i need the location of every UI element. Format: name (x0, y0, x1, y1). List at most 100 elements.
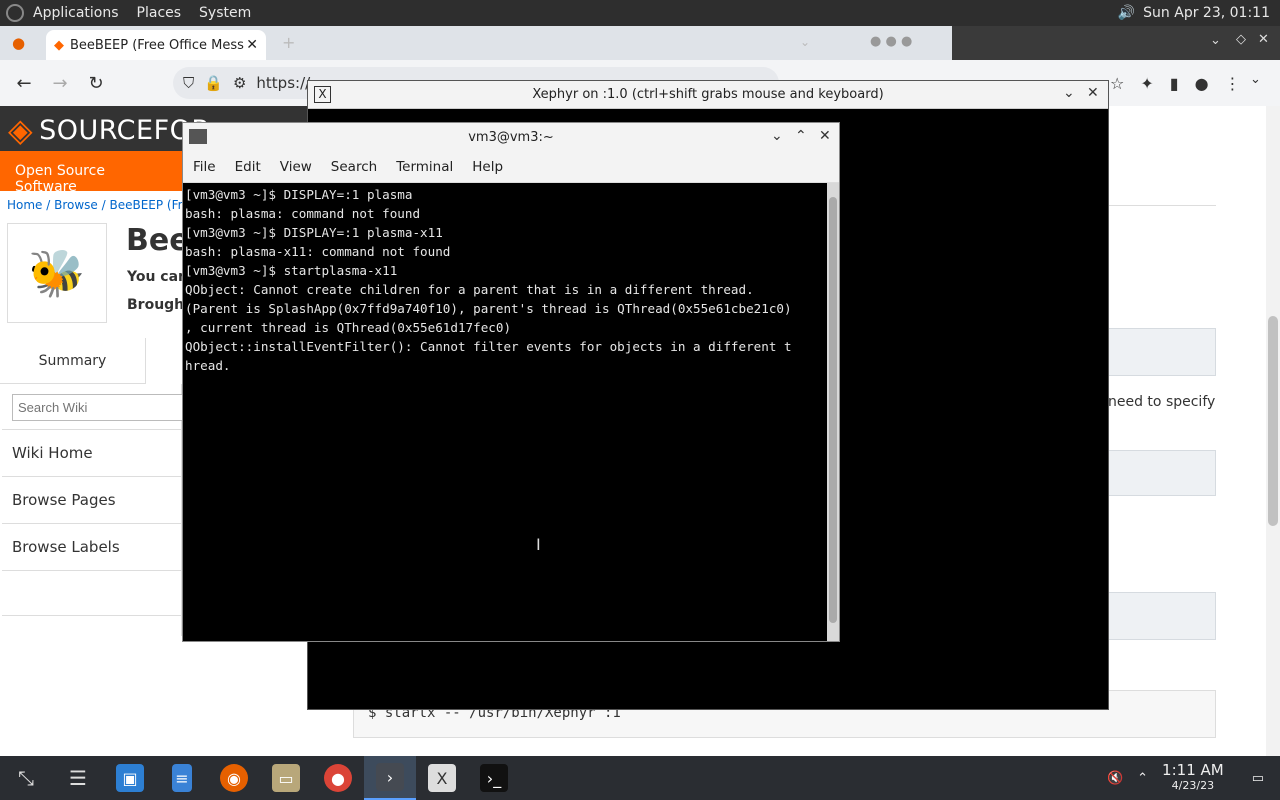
tab-title: BeeBEEP (Free Office Mess (70, 37, 244, 53)
terminal-line: [vm3@vm3 ~]$ startplasma-x11 (185, 263, 398, 278)
sf-nav-open-source[interactable]: Open Source Software (0, 151, 185, 195)
terminal-line: , current thread is QThread(0x55e61d17fe… (185, 320, 512, 335)
scrollbar-thumb[interactable] (829, 197, 837, 623)
tab-list-icon[interactable]: ⌄ (800, 35, 810, 49)
text-editor-icon[interactable]: ≡ (156, 756, 208, 800)
terminal-line: [vm3@vm3 ~]$ DISPLAY=:1 plasma (185, 187, 413, 202)
bookmark-star-icon[interactable]: ☆ (1110, 74, 1124, 93)
chevron-down-icon[interactable]: ⌄ (1250, 72, 1261, 87)
taskbar-clock[interactable]: 1:11 AM 4/23/23 (1162, 763, 1224, 793)
menu-places[interactable]: Places (128, 5, 191, 21)
konsole-icon[interactable]: › (364, 756, 416, 800)
menu-terminal[interactable]: Terminal (386, 159, 462, 175)
chevron-up-icon[interactable]: ⌃ (1137, 771, 1148, 786)
menu-file[interactable]: File (183, 159, 225, 175)
terminal-line: (Parent is SplashApp(0x7ffd9a740f10), pa… (185, 301, 792, 316)
search-wiki-input[interactable] (12, 394, 184, 421)
minimize-icon[interactable]: ⌄ (1063, 85, 1075, 101)
browser-tabbar: ● ◆ BeeBEEP (Free Office Mess ✕ + ⌄ ● ● … (0, 26, 1280, 60)
breadcrumb[interactable]: Home / Browse / BeeBEEP (Free (7, 198, 197, 212)
window-control-icon[interactable]: ● ● ● (870, 34, 912, 49)
xephyr-x11-icon[interactable]: X (416, 756, 468, 800)
close-icon[interactable]: ✕ (1087, 85, 1099, 101)
lock-icon[interactable]: 🔒 (204, 74, 223, 92)
menu-view[interactable]: View (270, 159, 321, 175)
top-panel: Applications Places System 🔊 Sun Apr 23,… (0, 0, 1280, 26)
forward-icon[interactable]: → (42, 73, 78, 94)
terminal-output[interactable]: [vm3@vm3 ~]$ DISPLAY=:1 plasma bash: plas… (183, 183, 827, 641)
chevron-down-icon[interactable]: ⌄ (1210, 33, 1221, 48)
page-right-content (1108, 106, 1216, 756)
clock-time: 1:11 AM (1162, 761, 1224, 779)
tab-summary[interactable]: Summary (0, 338, 146, 384)
terminal-app-icon (189, 129, 207, 144)
sidebar-item-wiki-home[interactable]: Wiki Home (2, 429, 182, 476)
code-block (1108, 450, 1216, 496)
reload-icon[interactable]: ↻ (78, 73, 114, 94)
code-block (1108, 592, 1216, 640)
xephyr-titlebar[interactable]: X Xephyr on :1.0 (ctrl+shift grabs mouse… (308, 81, 1108, 109)
terminal-line: QObject: Cannot create children for a pa… (185, 282, 754, 297)
sidebar-item-browse-labels[interactable]: Browse Labels (2, 523, 182, 570)
page-scrollbar[interactable] (1266, 106, 1280, 756)
x11-icon: X (314, 86, 331, 103)
file-manager-icon[interactable]: ▭ (260, 756, 312, 800)
close-icon[interactable]: ✕ (1258, 32, 1269, 47)
project-subtitle: You can (127, 269, 189, 285)
volume-icon[interactable]: 🔊 (1118, 5, 1135, 21)
project-byline: Brough (127, 297, 185, 313)
distro-logo-icon[interactable] (6, 4, 24, 22)
account-icon[interactable]: ● (1195, 74, 1209, 93)
store-bag-icon[interactable]: ▣ (104, 756, 156, 800)
volume-muted-icon[interactable]: 🔇 (1107, 771, 1123, 786)
nav-toolbar-right: ☆ ✦ ▮ ● ⋮ (1110, 60, 1241, 106)
firefox-icon: ● (12, 34, 26, 52)
project-title: Bee (126, 223, 190, 258)
back-icon[interactable]: ← (6, 73, 42, 94)
show-desktop-icon[interactable]: ▭ (1252, 771, 1264, 786)
menu-help[interactable]: Help (462, 159, 512, 175)
content-text: need to specify (1108, 394, 1216, 410)
terminal-line: QObject::installEventFilter(): Cannot fi… (185, 339, 792, 354)
maximize-icon[interactable]: ⌃ (795, 128, 807, 144)
close-icon[interactable]: ✕ (819, 128, 831, 144)
new-tab-icon[interactable]: + (282, 33, 295, 52)
close-tab-icon[interactable]: ✕ (246, 37, 258, 53)
permissions-icon[interactable]: ⚙ (233, 74, 246, 92)
wiki-sidebar: Wiki Home Browse Pages Browse Labels (0, 384, 184, 636)
terminal-line: bash: plasma: command not found (185, 206, 421, 221)
minimize-icon[interactable]: ⌄ (771, 128, 783, 144)
menu-search[interactable]: Search (321, 159, 386, 175)
menu-system[interactable]: System (190, 5, 260, 21)
menu-edit[interactable]: Edit (225, 159, 270, 175)
scrollbar-thumb[interactable] (1268, 316, 1278, 526)
menu-applications[interactable]: Applications (24, 5, 128, 21)
sf-logo[interactable]: ◈ SOURCEFOR (8, 111, 211, 149)
diamond-icon[interactable]: ◇ (1236, 32, 1246, 47)
code-block (1108, 328, 1216, 376)
menu-icon[interactable]: ⋮ (1225, 74, 1241, 93)
dark-window-strip: ⌄ ◇ ✕ (952, 26, 1280, 60)
panel-clock[interactable]: Sun Apr 23, 01:11 (1143, 5, 1270, 21)
taskbar: ⤡ ☰ ▣ ≡ ◉ ▭ ● › X ›_ 🔇 ⌃ 1:11 AM 4/23/23… (0, 756, 1280, 800)
settings-sliders-icon[interactable]: ☰ (52, 756, 104, 800)
url-text: https:// (256, 74, 311, 92)
terminal-window[interactable]: vm3@vm3:~ ⌄ ⌃ ✕ File Edit View Search Te… (182, 122, 840, 642)
terminal-scrollbar[interactable] (827, 183, 839, 641)
chrome-icon[interactable]: ● (312, 756, 364, 800)
browser-tab[interactable]: ◆ BeeBEEP (Free Office Mess ✕ (46, 30, 266, 60)
sidebar-item-browse-pages[interactable]: Browse Pages (2, 476, 182, 523)
sf-diamond-icon: ◈ (8, 111, 34, 149)
app-launcher-icon[interactable]: ⤡ (0, 756, 52, 800)
sidebar-icon[interactable]: ▮ (1170, 74, 1179, 93)
terminal-menubar: File Edit View Search Terminal Help (183, 151, 839, 183)
terminal-titlebar[interactable]: vm3@vm3:~ ⌄ ⌃ ✕ (183, 123, 839, 151)
project-logo-bee-icon: 🐝 (7, 223, 107, 323)
sourceforge-tab-icon: ◆ (54, 37, 64, 53)
firefox-icon[interactable]: ◉ (208, 756, 260, 800)
extensions-icon[interactable]: ✦ (1140, 74, 1153, 93)
terminal-line: bash: plasma-x11: command not found (185, 244, 451, 259)
text-cursor-icon: I (536, 535, 541, 554)
shield-icon[interactable]: ⛉ (183, 74, 194, 92)
terminal-icon[interactable]: ›_ (468, 756, 520, 800)
